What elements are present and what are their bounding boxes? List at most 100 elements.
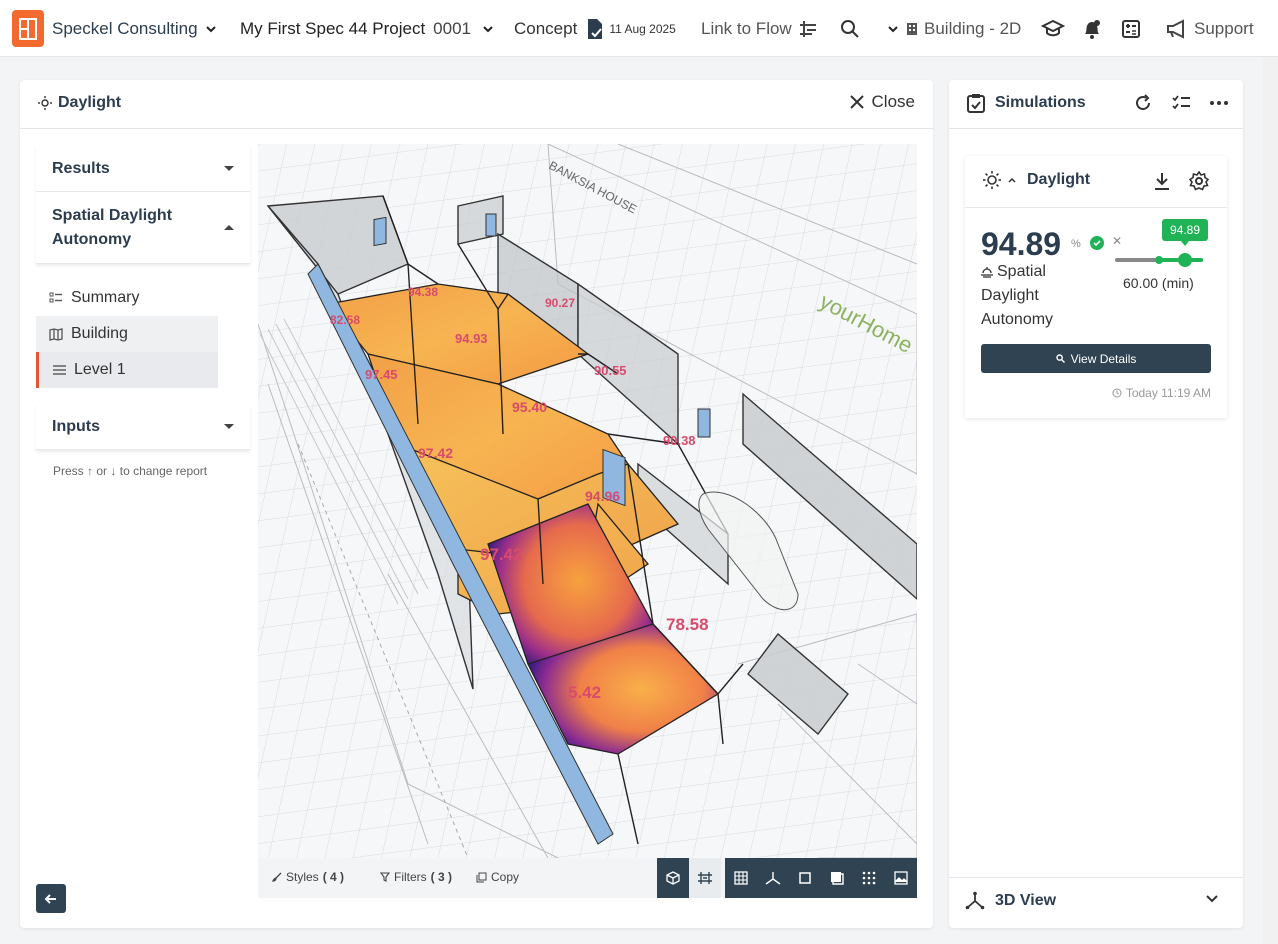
daylight-panel: Daylight Close Results Spatial Daylight …: [20, 80, 933, 928]
stage-label: Concept: [514, 18, 578, 38]
more-horizontal-icon[interactable]: [1209, 93, 1229, 113]
arrow-down-icon: ↓: [110, 464, 117, 478]
points-button[interactable]: [853, 858, 885, 898]
copy-tab[interactable]: Copy: [476, 870, 519, 884]
slider-knob[interactable]: [1178, 253, 1192, 267]
support-label: Support: [1194, 18, 1254, 38]
checklist-icon[interactable]: [1171, 93, 1191, 113]
company-switcher[interactable]: Speckel Consulting: [52, 0, 218, 57]
notification-bell-icon[interactable]: [1081, 18, 1103, 40]
building-icon: [907, 22, 917, 35]
room-value-label: 78.58: [666, 615, 709, 634]
chevron-down-icon[interactable]: [1205, 894, 1219, 904]
card-header: Daylight: [965, 156, 1227, 208]
inputs-accordion[interactable]: Inputs: [36, 404, 250, 450]
close-button[interactable]: Close: [849, 92, 915, 112]
simulations-header: Simulations: [949, 80, 1243, 129]
report-item-building[interactable]: Building: [36, 316, 218, 352]
3d-viewport[interactable]: BANKSIA HOUSE yourHome 94.38 90.27 82.58…: [258, 144, 917, 858]
sda-label: Spatial Daylight Autonomy: [52, 206, 173, 248]
plan-view-button[interactable]: [689, 858, 721, 898]
project-switcher[interactable]: My First Spec 44 Project 0001: [240, 0, 495, 57]
card-title-label: Daylight: [1027, 171, 1091, 188]
grid-button[interactable]: [725, 858, 757, 898]
pass-check-icon: [1090, 236, 1104, 250]
room-value-label: 97.42: [480, 545, 523, 564]
3d-view-label: 3D View: [995, 892, 1057, 909]
room-value-label: 94.93: [455, 331, 488, 346]
axes-button[interactable]: [757, 858, 789, 898]
sda-value: 94.89: [981, 226, 1062, 262]
simulations-title: Simulations: [967, 93, 1086, 113]
sda-accordion[interactable]: Spatial Daylight Autonomy: [36, 192, 250, 264]
close-label: Close: [871, 92, 915, 111]
sun-icon: [38, 96, 52, 110]
shadow-box-icon: [831, 872, 844, 885]
room-value-label: 97.45: [365, 367, 398, 382]
brush-icon: [272, 872, 282, 882]
close-icon: [849, 95, 864, 109]
view-details-button[interactable]: View Details: [981, 344, 1211, 373]
hint-text: Press: [53, 464, 84, 478]
collapse-sidebar-button[interactable]: [36, 884, 66, 913]
report-item-level-1[interactable]: Level 1: [36, 352, 218, 388]
results-label: Results: [52, 159, 110, 177]
panel-title-label: Daylight: [58, 94, 122, 111]
grid-icon: [734, 871, 748, 885]
page-scrollbar[interactable]: [1263, 57, 1278, 944]
copy-icon: [476, 872, 487, 882]
simulations-actions: [1133, 93, 1229, 113]
daylight-heatmap-model: BANKSIA HOUSE yourHome 94.38 90.27 82.58…: [258, 144, 917, 858]
chevron-up-icon: [1008, 177, 1016, 183]
download-icon[interactable]: [1153, 171, 1171, 191]
caret-down-icon: [224, 166, 234, 171]
calculator-icon[interactable]: [1121, 19, 1141, 39]
room-value-label: 5.42: [568, 683, 601, 702]
chevron-down-icon: [888, 25, 898, 32]
card-title[interactable]: Daylight: [983, 171, 1090, 189]
room-value-label: 95.40: [512, 399, 547, 415]
app-logo-icon[interactable]: [12, 10, 44, 47]
refresh-icon[interactable]: [1133, 93, 1153, 113]
card-actions: [1153, 171, 1209, 191]
filters-label: Filters: [394, 870, 427, 884]
frame-button[interactable]: [789, 858, 821, 898]
stage-date: 11 Aug 2025: [609, 21, 676, 36]
stage-selector[interactable]: Concept 11 Aug 2025: [514, 0, 676, 57]
shade-button[interactable]: [821, 858, 853, 898]
styles-tab[interactable]: Styles ( 4 ): [272, 870, 344, 884]
gear-icon[interactable]: [1189, 171, 1209, 191]
support-button[interactable]: Support: [1166, 0, 1254, 57]
3d-cube-button[interactable]: [657, 858, 689, 898]
inputs-label: Inputs: [52, 417, 100, 435]
company-name: Speckel Consulting: [52, 18, 198, 38]
results-accordion[interactable]: Results: [36, 146, 250, 192]
map-icon: [49, 327, 63, 341]
metric-name: Spatial Daylight Autonomy: [981, 260, 1091, 332]
top-bar: Speckel Consulting My First Spec 44 Proj…: [0, 0, 1278, 57]
simulations-title-label: Simulations: [995, 94, 1086, 111]
viewport-buttons: [657, 858, 917, 898]
view-mode-selector[interactable]: Building - 2D: [886, 0, 1021, 57]
image-button[interactable]: [885, 858, 917, 898]
3d-view-section[interactable]: 3D View: [949, 877, 1243, 928]
view-details-label: View Details: [1070, 351, 1137, 366]
filters-tab[interactable]: Filters ( 3 ): [380, 870, 452, 884]
link-to-flow-button[interactable]: Link to Flow: [701, 0, 818, 57]
hint-text: to change report: [119, 464, 208, 478]
report-item-summary[interactable]: Summary: [36, 280, 218, 316]
slider-value-bubble: 94.89: [1162, 219, 1208, 246]
search-button[interactable]: [840, 0, 860, 57]
square-icon: [799, 872, 811, 884]
panel-header: Daylight Close: [20, 80, 933, 129]
hint-text: or: [96, 464, 108, 478]
threshold-slider[interactable]: [1115, 253, 1203, 267]
sda-unit: %: [1071, 238, 1081, 250]
room-value-label: 94.38: [408, 285, 438, 299]
slider-min-marker[interactable]: [1155, 256, 1163, 264]
daylight-result-card: Daylight 94.89 % ✕ Spatial Daylight Auto…: [965, 156, 1227, 418]
room-value-label: 90.27: [545, 296, 575, 310]
clear-icon[interactable]: ✕: [1112, 234, 1122, 248]
graduation-cap-icon[interactable]: [1041, 19, 1065, 39]
document-check-icon: [588, 18, 603, 39]
